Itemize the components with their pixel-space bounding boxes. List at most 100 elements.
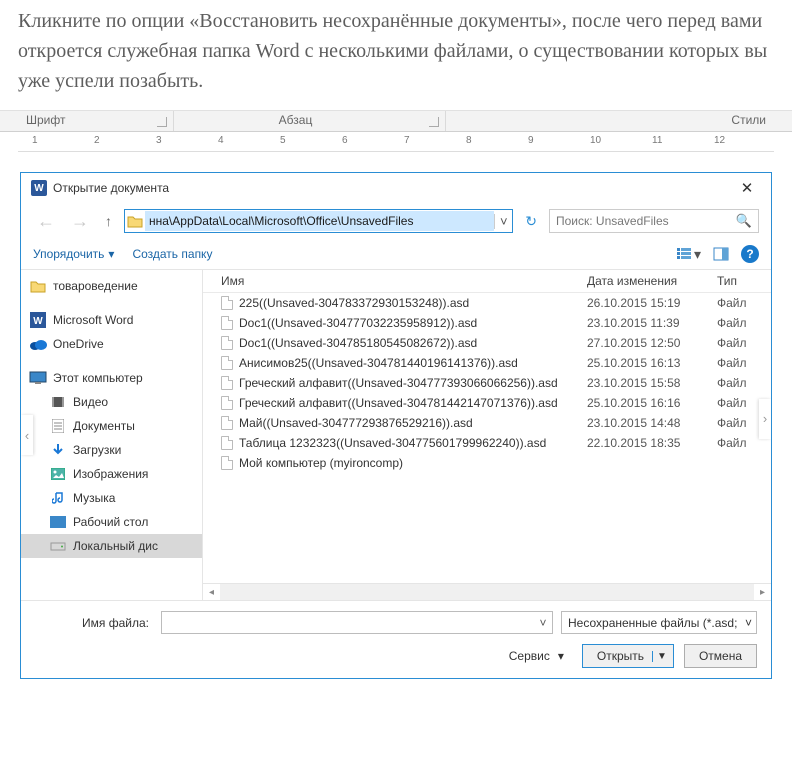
file-row[interactable]: Doc1((Unsaved-304785180545082672)).asd27… <box>203 333 771 353</box>
file-list[interactable]: 225((Unsaved-304783372930153248)).asd 26.… <box>203 293 771 583</box>
ruler-tick: 1 <box>32 135 38 146</box>
file-date: 25.10.2015 16:16 <box>587 396 717 410</box>
file-name: 225((Unsaved-304783372930153248)).asd <box>239 296 469 310</box>
nav-item-label: Документы <box>73 419 135 433</box>
file-name: Doc1((Unsaved-304785180545082672)).asd <box>239 336 477 350</box>
nav-item[interactable]: Документы <box>21 414 202 438</box>
file-row[interactable]: Doc1((Unsaved-304777032235958912)).asd 23… <box>203 313 771 333</box>
cancel-button[interactable]: Отмена <box>684 644 757 668</box>
view-mode-button[interactable]: ▾ <box>676 246 701 263</box>
file-row[interactable]: 225((Unsaved-304783372930153248)).asd 26.… <box>203 293 771 313</box>
search-box[interactable]: Поиск: UnsavedFiles 🔍 <box>549 209 759 233</box>
ruler-tick: 10 <box>590 135 601 146</box>
file-icon <box>221 376 233 390</box>
organize-button[interactable]: Упорядочить▾ <box>33 247 114 261</box>
scroll-right-icon[interactable]: ▸ <box>754 587 771 598</box>
ribbon-group-font: Шрифт <box>26 113 65 127</box>
file-icon <box>221 416 233 430</box>
nav-item[interactable]: W Microsoft Word <box>21 308 202 332</box>
file-name: Doc1((Unsaved-304777032235958912)).asd <box>239 316 477 330</box>
nav-item[interactable]: Музыка <box>21 486 202 510</box>
dialog-launcher-icon[interactable] <box>429 117 439 127</box>
search-icon[interactable]: 🔍 <box>736 213 752 229</box>
file-date: 23.10.2015 14:48 <box>587 416 717 430</box>
onedrive-icon <box>29 336 47 352</box>
nav-item[interactable]: Рабочий стол <box>21 510 202 534</box>
scroll-left-chevron[interactable]: ‹ <box>21 415 33 455</box>
file-date: 22.10.2015 18:35 <box>587 436 717 450</box>
file-icon <box>221 336 233 350</box>
file-row[interactable]: Анисимов25((Unsaved-304781440196141376))… <box>203 353 771 373</box>
file-row[interactable]: Греческий алфавит((Unsaved-3047814421470… <box>203 393 771 413</box>
word-icon: W <box>29 312 47 328</box>
dialog-launcher-icon[interactable] <box>157 117 167 127</box>
column-type[interactable]: Тип <box>717 274 771 288</box>
file-row[interactable]: Май((Unsaved-304777293876529216)).asd23.… <box>203 413 771 433</box>
horizontal-ruler[interactable]: 123456789101112 <box>18 132 774 152</box>
ruler-tick: 8 <box>466 135 472 146</box>
path-input[interactable] <box>145 211 494 231</box>
horizontal-scrollbar[interactable]: ◂ ▸ <box>203 583 771 600</box>
nav-item[interactable]: OneDrive <box>21 332 202 356</box>
address-bar-row: ← → ↑ ˅ ↻ Поиск: UnsavedFiles 🔍 <box>21 203 771 239</box>
refresh-icon[interactable]: ↻ <box>521 213 541 230</box>
nav-item[interactable]: Этот компьютер <box>21 366 202 390</box>
open-button[interactable]: Открыть▼ <box>582 644 674 668</box>
path-dropdown-icon[interactable]: ˅ <box>494 214 512 229</box>
nav-item[interactable]: товароведение <box>21 274 202 298</box>
music-icon <box>49 490 67 506</box>
file-row[interactable]: Таблица 1232323((Unsaved-304775601799962… <box>203 433 771 453</box>
word-ribbon: Шрифт Абзац Стили <box>0 110 792 132</box>
filename-combo[interactable]: ˅ <box>161 611 553 634</box>
ruler-tick: 2 <box>94 135 100 146</box>
scroll-right-chevron[interactable]: › <box>759 399 771 439</box>
back-arrow-icon[interactable]: ← <box>33 211 59 232</box>
folder-icon <box>125 213 145 229</box>
address-bar[interactable]: ˅ <box>124 209 513 233</box>
file-date: 25.10.2015 16:13 <box>587 356 717 370</box>
dialog-title-bar: W Открытие документа ✕ <box>21 173 771 203</box>
dialog-toolbar: Упорядочить▾ Создать папку ▾ ? <box>21 239 771 270</box>
ruler-tick: 12 <box>714 135 725 146</box>
preview-pane-button[interactable] <box>713 247 729 261</box>
nav-item-label: товароведение <box>53 279 138 293</box>
column-headers[interactable]: Имя Дата изменения Тип <box>203 270 771 293</box>
forward-arrow-icon[interactable]: → <box>67 211 93 232</box>
column-name[interactable]: Имя <box>203 274 587 288</box>
chevron-down-icon[interactable]: ˅ <box>741 616 756 630</box>
file-list-area: › Имя Дата изменения Тип 225((Unsaved-30… <box>203 270 771 600</box>
ruler-tick: 6 <box>342 135 348 146</box>
nav-item[interactable]: Видео <box>21 390 202 414</box>
nav-item[interactable]: Изображения <box>21 462 202 486</box>
tools-button[interactable]: Сервис▾ <box>509 649 564 663</box>
file-name: Анисимов25((Unsaved-304781440196141376))… <box>239 356 518 370</box>
file-icon <box>221 316 233 330</box>
ruler-tick: 7 <box>404 135 410 146</box>
navigation-pane[interactable]: ‹ товароведение W Microsoft Word OneDrive Эт… <box>21 270 203 600</box>
help-icon[interactable]: ? <box>741 245 759 263</box>
file-filter-combo[interactable]: Несохраненные файлы (*.asd; ˅ <box>561 611 757 634</box>
file-type: Файл <box>717 336 771 350</box>
file-date: 26.10.2015 15:19 <box>587 296 717 310</box>
scroll-left-icon[interactable]: ◂ <box>203 587 220 598</box>
close-icon[interactable]: ✕ <box>733 179 761 197</box>
ruler-tick: 11 <box>652 135 662 146</box>
split-dropdown-icon[interactable]: ▼ <box>652 651 667 662</box>
chevron-down-icon: ▾ <box>108 247 114 261</box>
file-row[interactable]: Мой компьютер (myironcomp) <box>203 453 771 473</box>
word-app-icon: W <box>31 180 47 196</box>
file-date: 23.10.2015 11:39 <box>587 316 717 330</box>
nav-item-label: Microsoft Word <box>53 313 133 327</box>
file-row[interactable]: Греческий алфавит((Unsaved-3047773930660… <box>203 373 771 393</box>
article-paragraph: Кликните по опции «Восстановить несохран… <box>0 0 792 110</box>
nav-item[interactable]: Локальный дис <box>21 534 202 558</box>
file-icon <box>221 456 233 470</box>
file-type: Файл <box>717 356 771 370</box>
new-folder-button[interactable]: Создать папку <box>132 247 212 261</box>
chevron-down-icon[interactable]: ˅ <box>534 616 552 630</box>
svg-text:W: W <box>33 316 43 327</box>
column-date[interactable]: Дата изменения <box>587 274 717 288</box>
nav-item[interactable]: Загрузки <box>21 438 202 462</box>
up-arrow-icon[interactable]: ↑ <box>101 213 116 229</box>
filename-label: Имя файла: <box>35 616 153 630</box>
